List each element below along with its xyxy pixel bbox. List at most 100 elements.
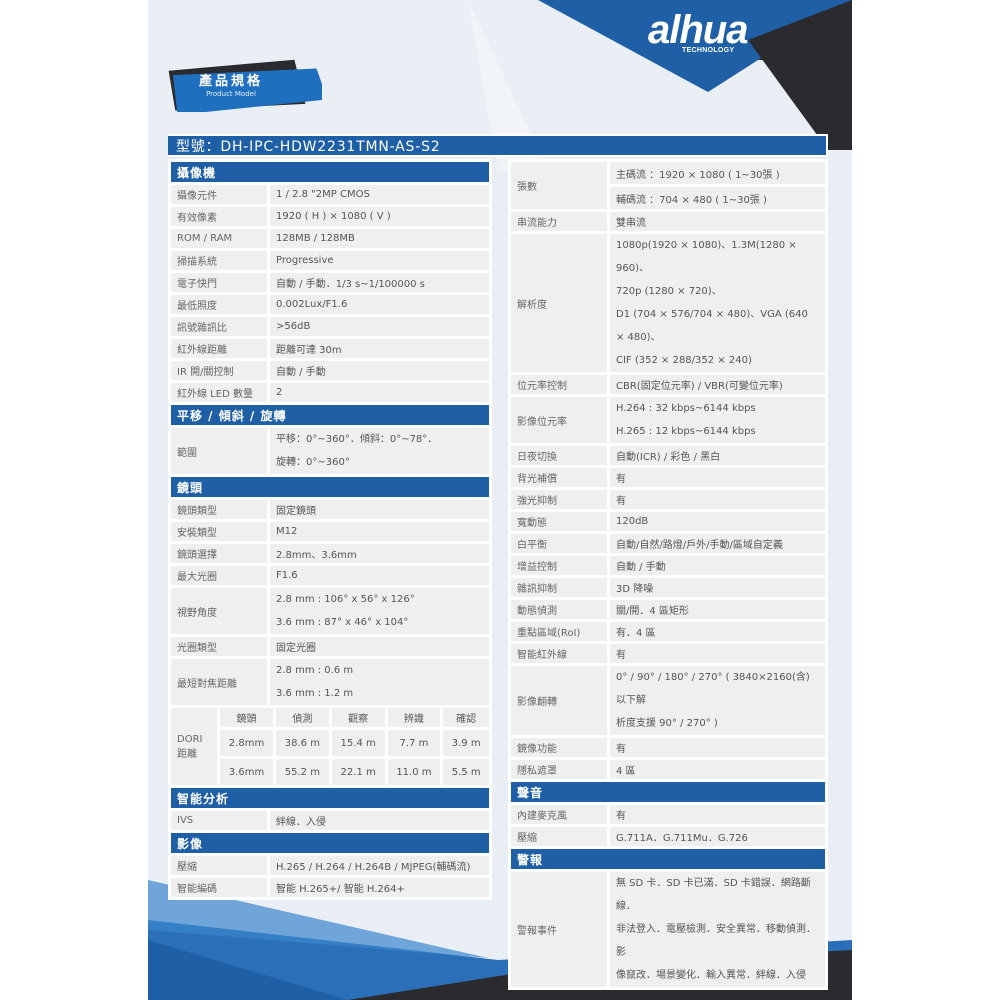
spec-value: 關/開．4 區矩形 <box>610 600 825 619</box>
table-row: IVS 絆線．入侵 <box>171 811 489 830</box>
table-row: 壓縮 G.711A．G.711Mu．G.726 <box>511 827 825 846</box>
spec-label: 有效像素 <box>171 207 267 226</box>
spec-value: F1.6 <box>270 566 489 585</box>
spec-label: 紅外線 LED 數量 <box>171 383 267 402</box>
spec-table-left: 攝像機 攝像元件 1 / 2.8 "2MP CMOS 有效像素 1920 ( H )… <box>168 159 492 708</box>
spec-value: 120dB <box>610 512 825 531</box>
dori-table: DORI 距離 鏡頭 偵測 觀察 辨識 確認 2.8mm 38.6 m 15.4 … <box>168 705 492 788</box>
spec-label: 影像位元率 <box>511 397 607 443</box>
spec-label: 白平衡 <box>511 534 607 553</box>
spec-label: 紅外線距離 <box>171 339 267 358</box>
dori-cell: 3.9 m <box>443 730 489 756</box>
dori-cell: 2.8mm <box>220 730 273 756</box>
spec-value: 自動 / 手動 <box>610 556 825 575</box>
table-row: 鏡頭選擇 2.8mm、3.6mm <box>171 544 489 563</box>
spec-value: 有 <box>610 490 825 509</box>
spec-value: 無 SD 卡．SD 卡已滿．SD 卡錯誤．網路斷線． 非法登入．電壓檢測．安全異… <box>610 872 825 987</box>
spec-label: 增益控制 <box>511 556 607 575</box>
spec-value: 固定鏡頭 <box>270 500 489 519</box>
spec-value: CBR(固定位元率) / VBR(可變位元率) <box>610 375 825 394</box>
spec-value: 自動 / 手動．1/3 s~1/100000 s <box>270 273 489 292</box>
dahua-logo: alhua TECHNOLOGY <box>648 8 788 58</box>
dori-cell: 38.6 m <box>276 730 329 756</box>
spec-value: 3D 降噪 <box>610 578 825 597</box>
spec-value: H.265 / H.264 / H.264B / MJPEG(輔碼流) <box>270 856 489 875</box>
table-row: 增益控制 自動 / 手動 <box>511 556 825 575</box>
spec-label: 攝像元件 <box>171 185 267 204</box>
spec-label: 安裝類型 <box>171 522 267 541</box>
dori-cell: 11.0 m <box>387 759 441 785</box>
spec-label: 鏡頭選擇 <box>171 544 267 563</box>
table-row: 智能編碼 智能 H.265+/ 智能 H.264+ <box>171 878 489 897</box>
table-row: ROM / RAM 128MB / 128MB <box>171 229 489 248</box>
value-line: 0° / 90° / 180° / 270° ( 3840×2160(含)以下解 <box>616 672 810 706</box>
value-line: 3.6 mm : 87° x 46° x 104° <box>276 617 409 628</box>
spec-value: 0° / 90° / 180° / 270° ( 3840×2160(含)以下解… <box>610 666 825 735</box>
spec-value: 有．4 區 <box>610 622 825 641</box>
section-ptz-title: 平移 / 傾斜 / 旋轉 <box>171 405 489 425</box>
spec-label: 訊號雜訊比 <box>171 317 267 336</box>
spec-value: 有 <box>610 644 825 663</box>
dori-cell: 22.1 m <box>331 759 385 785</box>
table-row: 最低照度 0.002Lux/F1.6 <box>171 295 489 314</box>
dori-row: 3.6mm 55.2 m 22.1 m 11.0 m 5.5 m <box>171 759 489 785</box>
dori-label-line: DORI <box>177 733 203 745</box>
spec-value: 雙串流 <box>610 212 825 231</box>
table-row: 視野角度 2.8 mm : 106° x 56° x 126° 3.6 mm : … <box>171 588 489 634</box>
spec-value: 有 <box>610 738 825 757</box>
table-row: 光圈類型 固定光圈 <box>171 637 489 656</box>
spec-value: 2.8mm、3.6mm <box>270 544 489 563</box>
spec-table-right: 張數 主碼流 ：1920 × 1080 ( 1~30張 ) 輔碼流 ：704 × … <box>508 159 828 990</box>
section-alarm-title: 警報 <box>511 849 825 869</box>
spec-value: Progressive <box>270 251 489 270</box>
value-line: 非法登入．電壓檢測．安全異常．移動偵測．影 <box>616 924 816 958</box>
spec-label: 雜訊抑制 <box>511 578 607 597</box>
table-row: IR 開/關控制 自動 / 手動 <box>171 361 489 380</box>
spec-label: IVS <box>171 811 267 830</box>
value-line: 平移：0°~360°．傾斜：0°~78°． <box>276 434 438 445</box>
spec-value: 主碼流 ：1920 × 1080 ( 1~30張 ) <box>610 162 825 184</box>
value-line: H.265 : 12 kbps~6144 kbps <box>616 426 756 437</box>
spec-label: 最短對焦距離 <box>171 659 267 705</box>
value-line: 720p (1280 × 720)、 <box>616 286 722 297</box>
table-row: 電子快門 自動 / 手動．1/3 s~1/100000 s <box>171 273 489 292</box>
left-spec-column: 攝像機 攝像元件 1 / 2.8 "2MP CMOS 有效像素 1920 ( H )… <box>168 159 492 900</box>
spec-value: 1920 ( H ) × 1080 ( V ) <box>270 207 489 226</box>
table-row: 安裝類型 M12 <box>171 522 489 541</box>
table-row: 壓縮 H.265 / H.264 / H.264B / MJPEG(輔碼流) <box>171 856 489 875</box>
table-row: 最短對焦距離 2.8 mm : 0.6 m 3.6 mm : 1.2 m <box>171 659 489 705</box>
dori-row: 2.8mm 38.6 m 15.4 m 7.7 m 3.9 m <box>171 730 489 756</box>
spec-label: 智能紅外線 <box>511 644 607 663</box>
spec-label: 內建麥克風 <box>511 805 607 824</box>
dori-header: 偵測 <box>276 708 329 727</box>
dori-label: DORI 距離 <box>171 708 217 785</box>
spec-value: 128MB / 128MB <box>270 229 489 248</box>
spec-label: 背光補償 <box>511 468 607 487</box>
table-row: 掃描系統 Progressive <box>171 251 489 270</box>
spec-value: 智能 H.265+/ 智能 H.264+ <box>270 878 489 897</box>
section-video-title: 影像 <box>171 833 489 853</box>
spec-value: 有 <box>610 468 825 487</box>
table-row: 影像位元率 H.264 : 32 kbps~6144 kbps H.265 : … <box>511 397 825 443</box>
table-row: 位元率控制 CBR(固定位元率) / VBR(可變位元率) <box>511 375 825 394</box>
value-line: H.264 : 32 kbps~6144 kbps <box>616 403 756 414</box>
spec-value: 輔碼流 ：704 × 480 ( 1~30張 ) <box>610 187 825 209</box>
table-row: 解析度 1080p(1920 × 1080)、1.3M(1280 × 960)、… <box>511 234 825 372</box>
table-row: 內建麥克風有 <box>511 805 825 824</box>
dori-label-line: 距離 <box>177 748 197 760</box>
spec-value: 自動(ICR) / 彩色 / 黑白 <box>610 446 825 465</box>
table-row: 張數 主碼流 ：1920 × 1080 ( 1~30張 ) <box>511 162 825 209</box>
spec-label: 解析度 <box>511 234 607 372</box>
spec-label: 動態偵測 <box>511 600 607 619</box>
spec-value: 固定光圈 <box>270 637 489 656</box>
spec-label: 鏡像功能 <box>511 738 607 757</box>
spec-value: 絆線．入侵 <box>270 811 489 830</box>
value-line: 析度支援 90° / 270° ) <box>616 718 718 729</box>
spec-label: 範圍 <box>171 428 267 474</box>
table-row: 有效像素 1920 ( H ) × 1080 ( V ) <box>171 207 489 226</box>
table-row: 白平衡 自動/自然/路燈/戶外/手動/區域自定義 <box>511 534 825 553</box>
spec-label: 張數 <box>511 162 607 209</box>
spec-value: 自動/自然/路燈/戶外/手動/區域自定義 <box>610 534 825 553</box>
table-row: 訊號雜訊比 >56dB <box>171 317 489 336</box>
badge-title: 產品規格 <box>198 74 263 89</box>
